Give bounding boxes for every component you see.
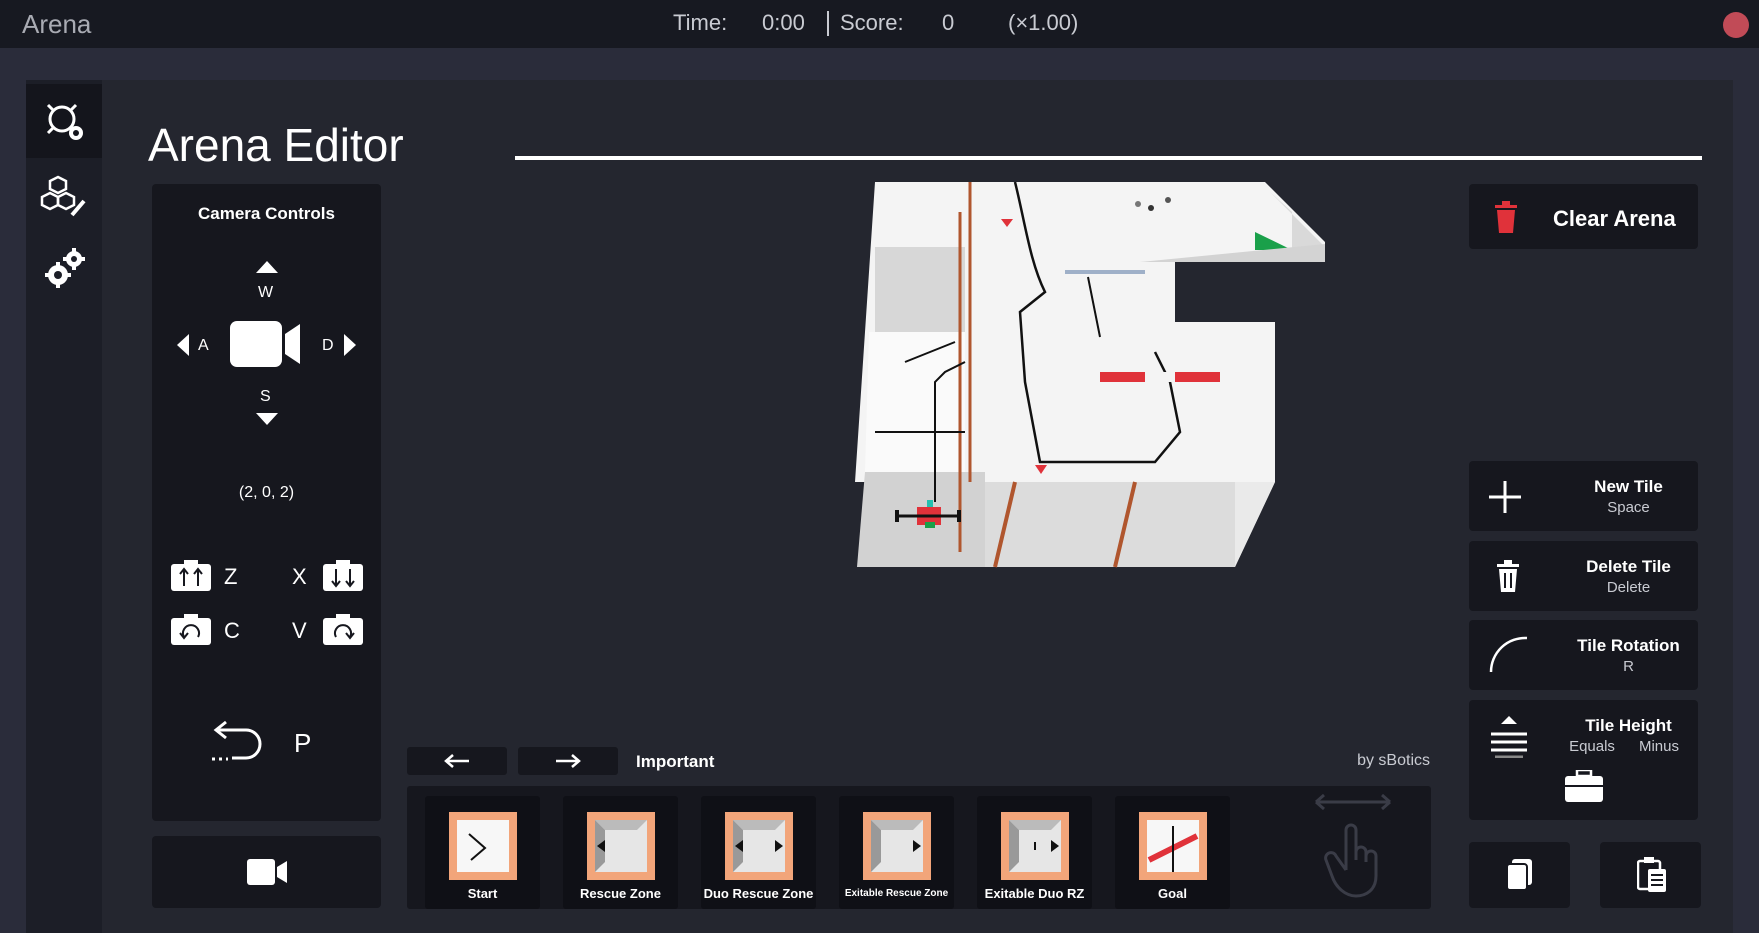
key-d: D (322, 337, 334, 354)
tile-rotation-key: R (1623, 658, 1634, 675)
camera-icon (230, 321, 300, 367)
tile-exitable-duo-rz-thumbnail (1001, 812, 1069, 880)
rotate-left-icon[interactable] (170, 614, 212, 646)
key-p: P (294, 728, 312, 758)
key-x: X (292, 564, 307, 589)
delete-tile-button[interactable]: Delete Tile Delete (1469, 541, 1698, 611)
robot-gear-icon (46, 103, 83, 140)
arrow-right-icon (556, 754, 581, 768)
score-multiplier: (×1.00) (1008, 10, 1079, 35)
arrow-down-icon[interactable] (256, 412, 278, 426)
key-a: A (198, 337, 209, 354)
new-tile-button[interactable]: New Tile Space (1469, 461, 1698, 531)
tile-start[interactable]: Start (425, 796, 540, 909)
tile-goal-thumbnail (1139, 812, 1207, 880)
rotate-right-icon[interactable] (322, 614, 364, 646)
title-underline (515, 156, 1702, 160)
arena-viewport[interactable] (855, 182, 1333, 572)
clipboard-icon (1637, 857, 1666, 892)
rotation-arc-icon (1489, 636, 1528, 673)
sidebar (26, 80, 102, 933)
tile-label: Exitable Duo RZ (984, 886, 1085, 901)
palette-category[interactable]: Important (636, 752, 714, 772)
palette-next-button[interactable] (518, 747, 618, 775)
tile-label: Goal (1158, 886, 1187, 901)
sidebar-item-settings[interactable] (26, 232, 102, 306)
paste-button[interactable] (1600, 842, 1701, 908)
tile-label: Start (467, 886, 498, 901)
tile-rotation-label: Tile Rotation (1577, 636, 1680, 655)
tile-exitable-rescue-zone[interactable]: Exitable Rescue Zone (839, 796, 954, 909)
tile-label: Exitable Rescue Zone (844, 888, 949, 899)
tile-goal[interactable]: Goal (1115, 796, 1230, 909)
plus-icon (1489, 481, 1521, 513)
new-tile-key: Space (1607, 499, 1650, 516)
raise-icon[interactable] (170, 560, 212, 592)
top-bar: Arena Time: 0:00 Score: 0 (×1.00) (0, 0, 1759, 48)
sidebar-item-blocks-edit[interactable] (26, 158, 102, 232)
video-camera-icon (247, 859, 287, 885)
record-indicator[interactable] (1723, 12, 1749, 38)
arrow-left-icon (444, 754, 469, 768)
arrow-left-icon[interactable] (176, 334, 190, 356)
camera-view-button[interactable] (152, 836, 381, 908)
tile-height-button[interactable]: Tile Height Equals Minus (1469, 700, 1698, 820)
tile-duo-rescue-zone[interactable]: Duo Rescue Zone (701, 796, 816, 909)
arrow-up-icon[interactable] (256, 260, 278, 274)
credit-label: by sBotics (1357, 752, 1430, 769)
tile-exitable-rescue-zone-thumbnail (863, 812, 931, 880)
tile-label: Duo Rescue Zone (703, 886, 814, 901)
return-icon[interactable] (210, 716, 268, 766)
key-w: W (258, 284, 274, 301)
delete-tile-key: Delete (1606, 579, 1651, 596)
lower-icon[interactable] (322, 560, 364, 592)
camera-controls-panel: Camera Controls W A D S (2, 0, 2) Z X C … (152, 184, 381, 821)
trash-icon (1495, 201, 1517, 233)
tile-start-thumbnail (449, 812, 517, 880)
arrow-right-icon[interactable] (343, 334, 357, 356)
delete-tile-label: Delete Tile (1586, 557, 1671, 576)
height-icon (1491, 716, 1527, 758)
time-label: Time: (673, 10, 728, 35)
key-s: S (260, 388, 271, 405)
cubes-pencil-icon (40, 175, 86, 217)
new-tile-label: New Tile (1594, 477, 1663, 496)
palette-prev-button[interactable] (407, 747, 507, 775)
tile-rescue-zone[interactable]: Rescue Zone (563, 796, 678, 909)
sidebar-item-arena-settings[interactable] (26, 84, 102, 158)
gears-icon (45, 248, 85, 288)
tile-duo-rescue-zone-thumbnail (725, 812, 793, 880)
key-z: Z (224, 564, 238, 589)
camera-controls-title: Camera Controls (198, 204, 335, 223)
copy-button[interactable] (1469, 842, 1570, 908)
tile-exitable-duo-rz[interactable]: Exitable Duo RZ (977, 796, 1092, 909)
tile-rescue-zone-thumbnail (587, 812, 655, 880)
time-value: 0:00 (762, 10, 805, 35)
swipe-hand-icon (1315, 793, 1391, 898)
tile-height-key-minus: Minus (1638, 738, 1679, 755)
page-title: Arena Editor (148, 119, 404, 171)
score-label: Score: (840, 10, 904, 35)
key-c: C (224, 618, 240, 643)
divider (827, 11, 829, 36)
copy-icon (1506, 859, 1532, 891)
tile-rotation-button[interactable]: Tile Rotation R (1469, 620, 1698, 690)
tile-label: Rescue Zone (580, 886, 661, 901)
score-value: 0 (942, 10, 955, 35)
tile-height-key-equals: Equals (1569, 738, 1615, 755)
trash-icon (1497, 560, 1519, 592)
app-title: Arena (22, 9, 92, 39)
toolbox-icon (1565, 770, 1603, 802)
camera-position: (2, 0, 2) (238, 484, 295, 501)
tile-height-label: Tile Height (1585, 716, 1672, 735)
clear-arena-button[interactable]: Clear Arena (1469, 184, 1698, 249)
key-v: V (292, 618, 307, 643)
clear-arena-label: Clear Arena (1553, 206, 1676, 231)
